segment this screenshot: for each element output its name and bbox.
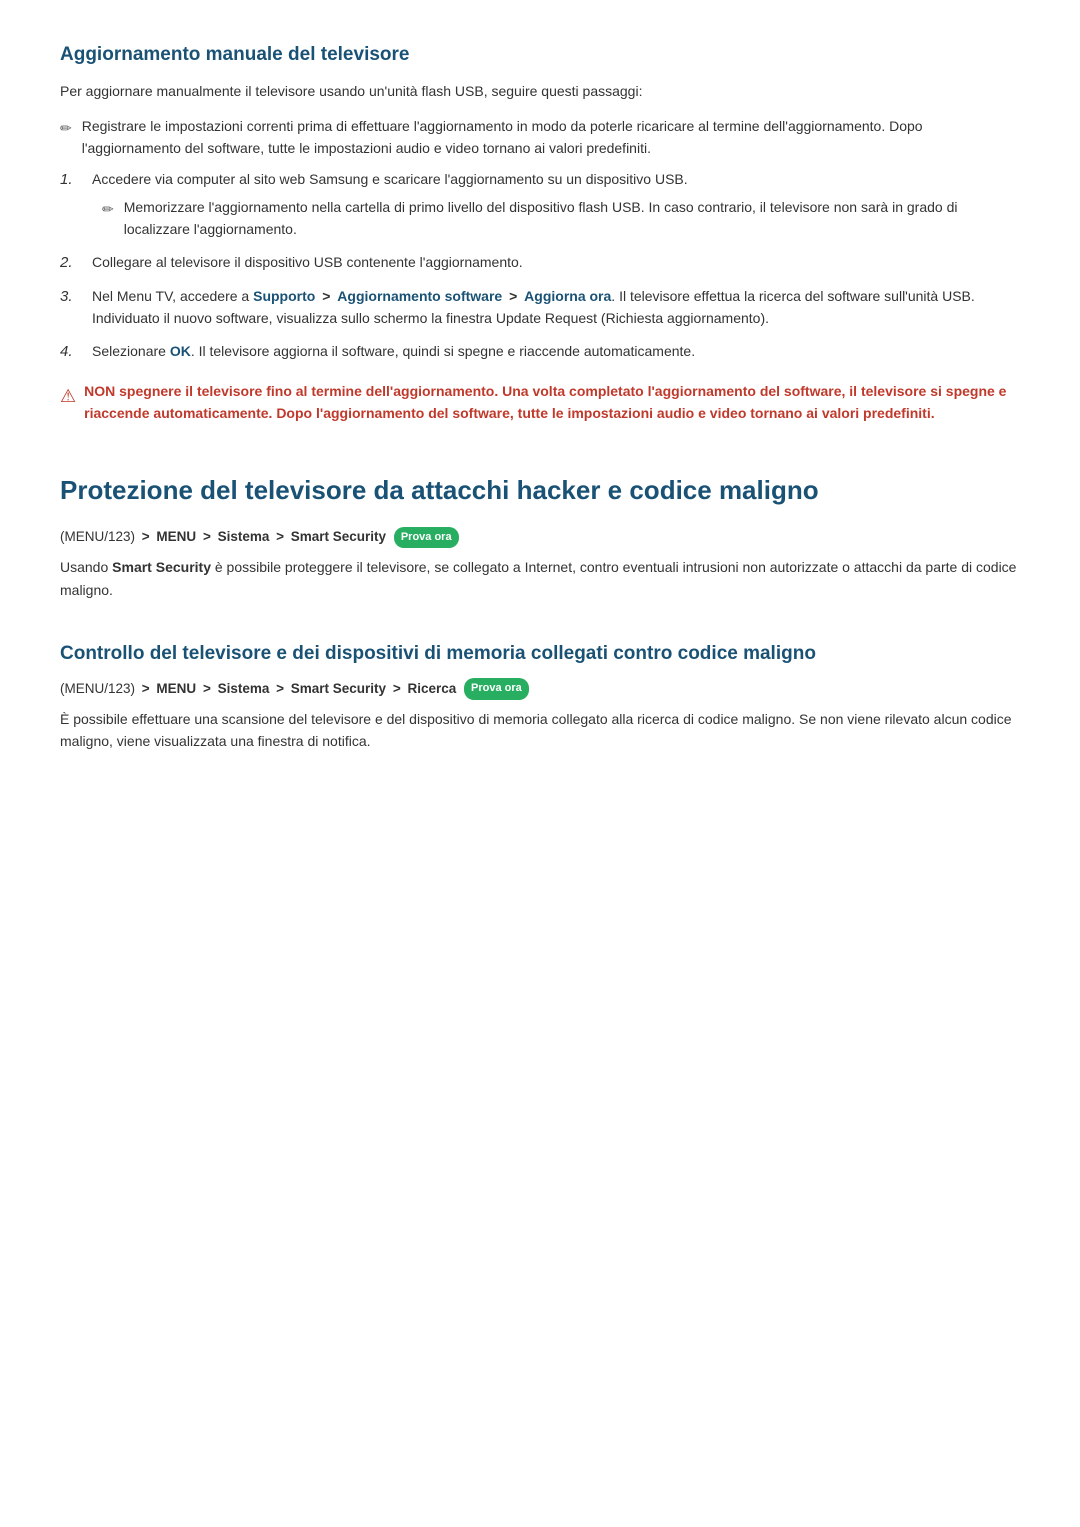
menu-kw-smart-security-2: Smart Security — [291, 681, 386, 696]
arrow-c2: > — [203, 681, 215, 696]
step-3-content: Nel Menu TV, accedere a Supporto > Aggio… — [92, 285, 1020, 330]
menu-kw-sistema-2: Sistema — [218, 681, 270, 696]
arrow-c3: > — [276, 681, 288, 696]
link-supporto: Supporto — [253, 288, 315, 304]
manual-update-intro: Per aggiornare manualmente il televisore… — [60, 80, 1020, 102]
menu-kw-smart-security: Smart Security — [291, 529, 386, 544]
arrow-m2: > — [203, 529, 215, 544]
bullet-item-1: ✏ Registrare le impostazioni correnti pr… — [60, 115, 1020, 160]
step-3-text: Nel Menu TV, accedere a Supporto > Aggio… — [92, 288, 975, 326]
warning-block: ⚠ NON spegnere il televisore fino al ter… — [60, 380, 1020, 425]
menu-paren-1: (MENU/123) — [60, 529, 135, 544]
step-1-sub: ✏ Memorizzare l'aggiornamento nella cart… — [102, 196, 1020, 241]
arrow-2: > — [505, 288, 521, 304]
arrow-c4: > — [393, 681, 405, 696]
menu-kw-menu-2: MENU — [156, 681, 196, 696]
step-num-4: 4. — [60, 340, 84, 364]
menu-paren-2: (MENU/123) — [60, 681, 135, 696]
step-1-sub-text: Memorizzare l'aggiornamento nella cartel… — [124, 196, 1020, 241]
step-2-content: Collegare al televisore il dispositivo U… — [92, 251, 1020, 273]
arrow-c1: > — [142, 681, 154, 696]
step-1: 1. Accedere via computer al sito web Sam… — [60, 168, 1020, 241]
smart-security-bold: Smart Security — [112, 559, 211, 575]
arrow-1: > — [318, 288, 334, 304]
link-aggiorna-ora: Aggiorna ora — [524, 288, 611, 304]
step-1-content: Accedere via computer al sito web Samsun… — [92, 168, 1020, 241]
step-num-3: 3. — [60, 285, 84, 309]
step-4-text: Selezionare OK. Il televisore aggiorna i… — [92, 343, 695, 359]
section-manual-update: Aggiornamento manuale del televisore Per… — [60, 40, 1020, 424]
manual-update-title: Aggiornamento manuale del televisore — [60, 40, 1020, 70]
protezione-body: Usando Smart Security è possibile proteg… — [60, 556, 1020, 601]
menu-kw-sistema: Sistema — [218, 529, 270, 544]
numbered-steps-list: 1. Accedere via computer al sito web Sam… — [60, 168, 1020, 364]
prova-ora-badge-1[interactable]: Prova ora — [394, 527, 459, 549]
bullet-text-1: Registrare le impostazioni correnti prim… — [82, 115, 1020, 160]
controllo-menu-path: (MENU/123) > MENU > Sistema > Smart Secu… — [60, 678, 1020, 700]
step-3: 3. Nel Menu TV, accedere a Supporto > Ag… — [60, 285, 1020, 330]
protezione-menu-path: (MENU/123) > MENU > Sistema > Smart Secu… — [60, 526, 1020, 548]
step-2: 2. Collegare al televisore il dispositiv… — [60, 251, 1020, 275]
prova-ora-badge-2[interactable]: Prova ora — [464, 678, 529, 700]
step-1-text: Accedere via computer al sito web Samsun… — [92, 171, 688, 187]
link-ok: OK — [170, 343, 191, 359]
pencil-icon-1: ✏ — [60, 117, 72, 139]
step-4-content: Selezionare OK. Il televisore aggiorna i… — [92, 340, 1020, 362]
pencil-icon-2: ✏ — [102, 198, 114, 220]
arrow-m3: > — [276, 529, 288, 544]
protezione-title: Protezione del televisore da attacchi ha… — [60, 474, 1020, 508]
controllo-title: Controllo del televisore e dei dispositi… — [60, 641, 1020, 668]
step-num-1: 1. — [60, 168, 84, 192]
arrow-m1: > — [142, 529, 154, 544]
warning-text: NON spegnere il televisore fino al termi… — [84, 380, 1020, 425]
menu-kw-menu: MENU — [156, 529, 196, 544]
controllo-body: È possibile effettuare una scansione del… — [60, 708, 1020, 753]
section-protezione: Protezione del televisore da attacchi ha… — [60, 474, 1020, 601]
bullet-list: ✏ Registrare le impostazioni correnti pr… — [60, 115, 1020, 160]
link-aggiornamento-software: Aggiornamento software — [337, 288, 502, 304]
menu-kw-ricerca: Ricerca — [407, 681, 456, 696]
step-num-2: 2. — [60, 251, 84, 275]
warning-triangle-icon: ⚠ — [60, 382, 76, 411]
section-controllo: Controllo del televisore e dei dispositi… — [60, 641, 1020, 753]
step-4: 4. Selezionare OK. Il televisore aggiorn… — [60, 340, 1020, 364]
step-2-text: Collegare al televisore il dispositivo U… — [92, 254, 523, 270]
